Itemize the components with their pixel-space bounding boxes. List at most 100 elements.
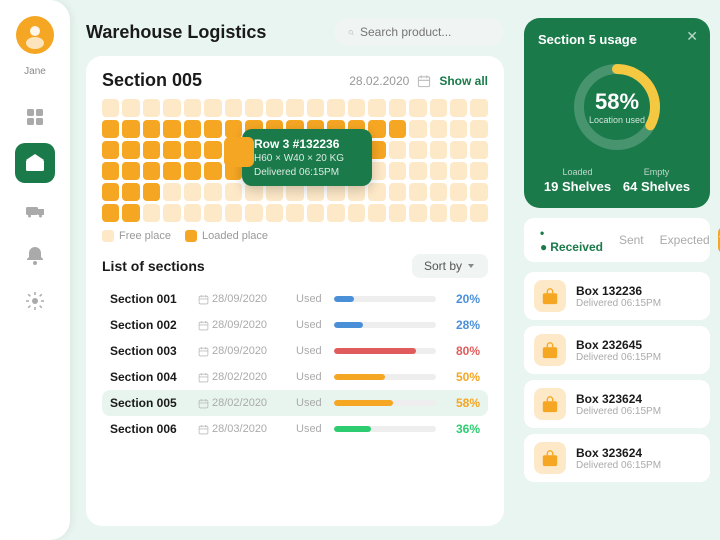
grid-cell[interactable] [450,204,467,222]
grid-cell[interactable] [163,141,180,159]
grid-cell[interactable] [430,120,447,138]
sidebar-item-settings[interactable] [15,281,55,321]
grid-cell[interactable] [143,99,160,117]
grid-cell[interactable] [122,162,139,180]
grid-cell[interactable] [245,204,262,222]
grid-cell[interactable] [430,141,447,159]
grid-cell[interactable] [245,99,262,117]
grid-cell[interactable] [389,120,406,138]
sidebar-item-notifications[interactable] [15,235,55,275]
list-item[interactable]: Box 132236 Delivered 06:15PM [524,272,710,320]
grid-cell[interactable] [102,141,119,159]
grid-cell[interactable] [184,141,201,159]
grid-cell[interactable] [327,99,344,117]
grid-cell[interactable] [409,99,426,117]
grid-cell[interactable] [470,141,487,159]
tab-sent[interactable]: Sent [611,229,652,251]
grid-cell[interactable] [430,99,447,117]
grid-cell[interactable] [409,183,426,201]
grid-cell[interactable] [368,204,385,222]
grid-cell[interactable] [143,141,160,159]
grid-cell[interactable] [450,183,467,201]
table-row[interactable]: Section 003 28/09/2020 Used 80% [102,338,488,364]
grid-cell[interactable] [307,99,324,117]
grid-cell[interactable] [143,183,160,201]
list-item[interactable]: Box 323624 Delivered 06:15PM [524,380,710,428]
grid-cell[interactable] [368,99,385,117]
grid-cell[interactable] [163,183,180,201]
grid-cell[interactable] [430,162,447,180]
grid-cell[interactable] [225,120,242,138]
grid-cell[interactable] [204,204,221,222]
grid-cell[interactable] [286,204,303,222]
grid-cell[interactable] [184,162,201,180]
grid-cell[interactable] [225,183,242,201]
grid-cell[interactable] [204,99,221,117]
grid-cell[interactable] [184,204,201,222]
tab-expected[interactable]: Expected [652,229,718,251]
sidebar-item-delivery[interactable] [15,189,55,229]
sidebar-item-warehouse[interactable] [15,143,55,183]
grid-cell[interactable] [122,99,139,117]
grid-cell[interactable] [163,204,180,222]
grid-cell[interactable] [389,162,406,180]
grid-cell[interactable] [470,183,487,201]
grid-cell[interactable] [389,204,406,222]
grid-cell[interactable] [430,183,447,201]
grid-cell[interactable] [470,204,487,222]
list-item[interactable]: Box 323624 Delivered 06:15PM [524,434,710,482]
grid-cell[interactable] [102,99,119,117]
grid-cell[interactable] [389,99,406,117]
grid-cell[interactable] [102,183,119,201]
grid-cell[interactable] [266,204,283,222]
grid-cell[interactable] [122,141,139,159]
grid-cell[interactable] [204,141,221,159]
sidebar-item-dashboard[interactable] [15,97,55,137]
grid-cell[interactable] [409,141,426,159]
grid-cell[interactable] [470,162,487,180]
grid-cell[interactable] [307,204,324,222]
search-input[interactable] [360,25,490,39]
table-row[interactable]: Section 004 28/02/2020 Used 50% [102,364,488,390]
grid-cell[interactable] [163,99,180,117]
grid-cell[interactable] [409,204,426,222]
grid-cell[interactable] [204,183,221,201]
grid-cell[interactable] [122,183,139,201]
grid-cell[interactable] [102,162,119,180]
table-row[interactable]: Section 005 28/02/2020 Used 58% [102,390,488,416]
grid-cell[interactable] [163,120,180,138]
table-row[interactable]: Section 001 28/09/2020 Used 20% [102,286,488,312]
grid-cell[interactable] [470,99,487,117]
table-row[interactable]: Section 002 28/09/2020 Used 28% [102,312,488,338]
grid-cell[interactable] [143,120,160,138]
grid-cell[interactable] [389,183,406,201]
grid-cell[interactable] [450,141,467,159]
table-row[interactable]: Section 006 28/03/2020 Used 36% [102,416,488,442]
grid-cell[interactable] [266,99,283,117]
grid-cell[interactable] [409,162,426,180]
grid-cell[interactable] [122,120,139,138]
grid-cell[interactable] [122,204,139,222]
grid-cell[interactable] [327,204,344,222]
grid-cell[interactable] [204,120,221,138]
grid-cell[interactable] [225,204,242,222]
grid-cell[interactable] [102,204,119,222]
grid-cell[interactable] [430,204,447,222]
close-icon[interactable]: ✕ [686,28,698,45]
search-container[interactable] [334,18,504,46]
grid-cell[interactable] [184,120,201,138]
sort-button[interactable]: Sort by [412,254,488,278]
grid-cell[interactable] [348,99,365,117]
grid-cell[interactable] [450,99,467,117]
grid-cell[interactable] [470,120,487,138]
grid-cell[interactable] [163,162,180,180]
grid-cell[interactable] [286,99,303,117]
grid-cell[interactable] [389,141,406,159]
grid-cell[interactable] [102,120,119,138]
show-all-link[interactable]: Show all [439,74,488,88]
grid-cell[interactable] [409,120,426,138]
grid-cell[interactable] [184,183,201,201]
grid-cell[interactable] [450,162,467,180]
grid-cell[interactable] [143,204,160,222]
grid-cell[interactable] [368,183,385,201]
